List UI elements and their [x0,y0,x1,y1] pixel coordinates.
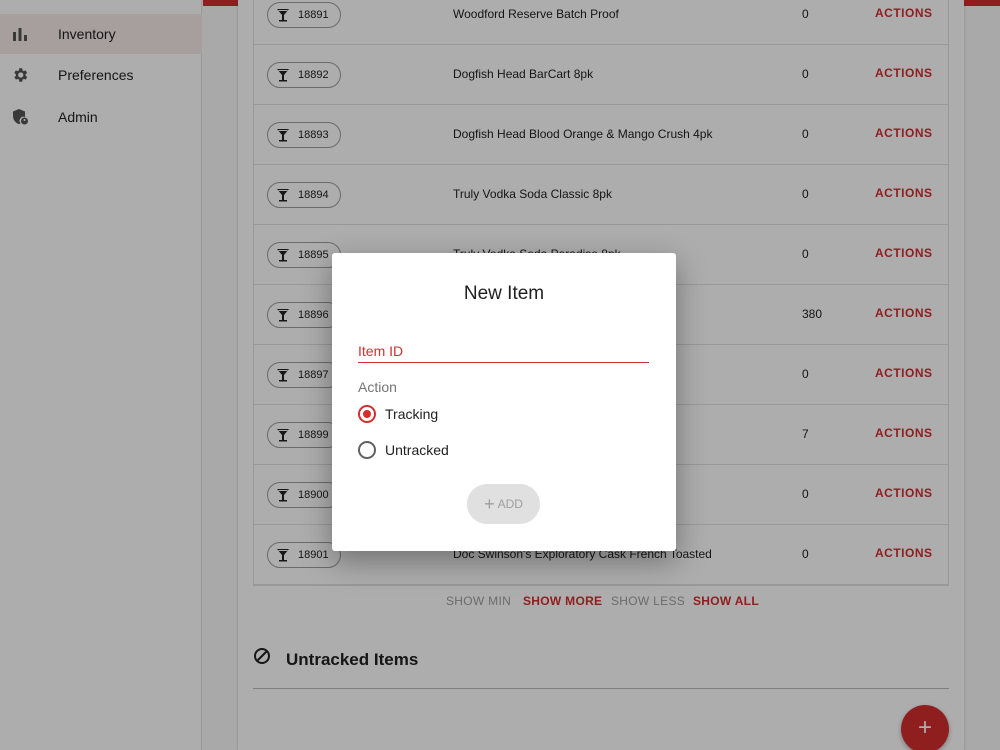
untracked-radio-label[interactable]: Untracked [385,442,449,458]
tracking-radio-label[interactable]: Tracking [385,406,438,422]
tracking-radio[interactable] [358,405,376,423]
new-item-dialog: New Item Action Tracking Untracked + ADD [332,253,676,551]
untracked-radio[interactable] [358,441,376,459]
plus-icon: + [484,494,495,514]
add-button-label: ADD [497,497,523,511]
dialog-title: New Item [463,283,545,304]
add-button[interactable]: + ADD [467,484,540,524]
item-id-input[interactable] [358,339,649,363]
action-label: Action [358,379,397,395]
